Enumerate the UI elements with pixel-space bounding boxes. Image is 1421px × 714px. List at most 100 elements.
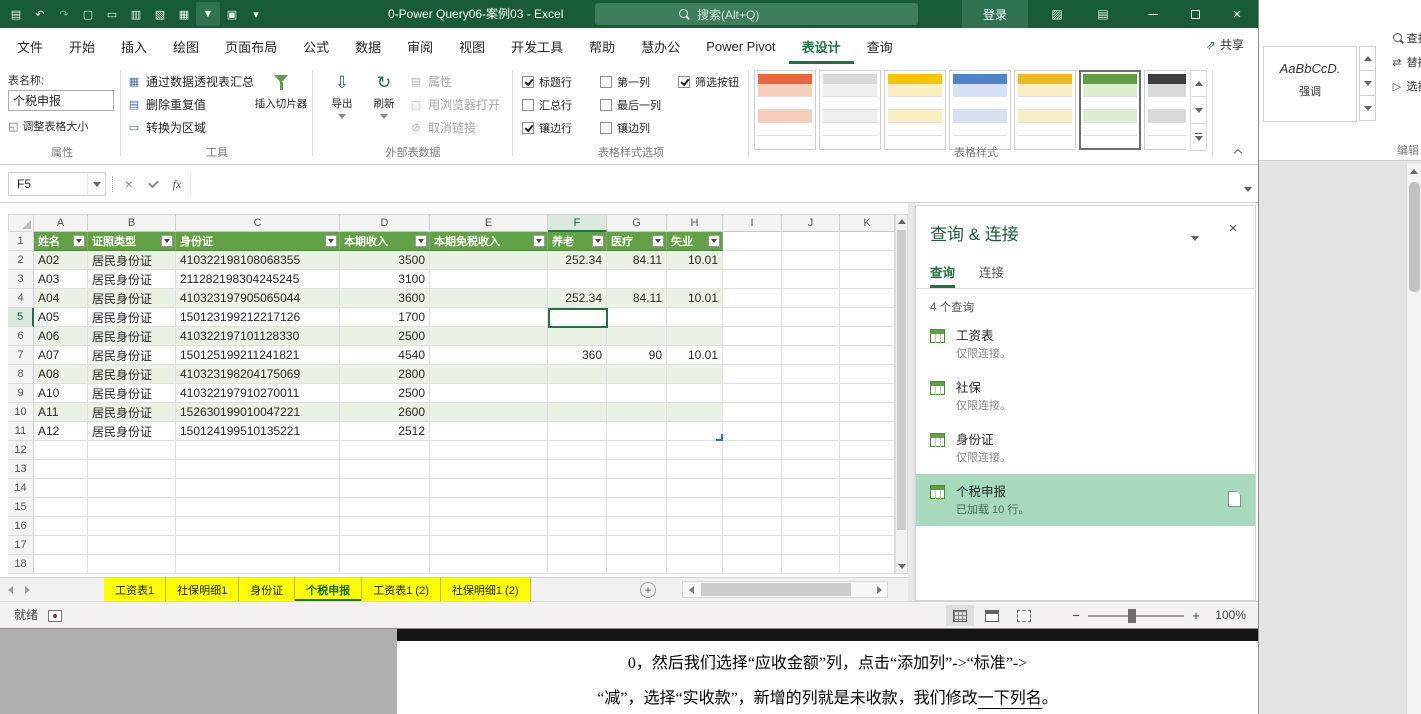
cell-G10[interactable] [607, 403, 667, 422]
cell-I12[interactable] [723, 441, 782, 460]
cell-G6[interactable] [607, 327, 667, 346]
ribbon-tab-11[interactable]: 慧办公 [628, 28, 693, 64]
cell-G4[interactable]: 84.11 [607, 289, 667, 308]
row-header-5[interactable]: 5 [8, 308, 34, 327]
cell-E4[interactable] [430, 289, 548, 308]
cell-F12[interactable] [548, 441, 607, 460]
cell-A2[interactable]: A02 [34, 251, 88, 270]
cell-F11[interactable] [548, 422, 607, 441]
cell-K16[interactable] [840, 517, 895, 536]
cell-I13[interactable] [723, 460, 782, 479]
name-box-dropdown-icon[interactable] [87, 173, 105, 195]
cell-J18[interactable] [782, 555, 840, 574]
row-header-7[interactable]: 7 [8, 346, 34, 365]
checkbox-6[interactable]: 筛选按钮 [678, 70, 739, 93]
row-header-15[interactable]: 15 [8, 498, 34, 517]
cell-J4[interactable] [782, 289, 840, 308]
cell-E18[interactable] [430, 555, 548, 574]
cell-I7[interactable] [723, 346, 782, 365]
cell-G16[interactable] [607, 517, 667, 536]
word-scrollbar[interactable] [1406, 164, 1421, 714]
ribbon-tab-1[interactable]: 开始 [56, 28, 108, 64]
column-header-D[interactable]: D [340, 214, 430, 232]
cell-J9[interactable] [782, 384, 840, 403]
sheet-tab-2[interactable]: 身份证 [239, 578, 296, 601]
filter-button-G[interactable] [652, 235, 664, 247]
cell-A1[interactable]: 姓名 [34, 232, 88, 251]
table-styles-down-button[interactable] [1190, 97, 1207, 124]
cell-E8[interactable] [430, 365, 548, 384]
hscroll-right-button[interactable] [871, 582, 887, 597]
cell-G7[interactable]: 90 [607, 346, 667, 365]
cell-I8[interactable] [723, 365, 782, 384]
table-style-orange[interactable] [754, 70, 816, 150]
insert-function-button[interactable]: fx [166, 173, 188, 195]
column-header-A[interactable]: A [34, 214, 88, 232]
cell-E1[interactable]: 本期免税收入 [430, 232, 548, 251]
cell-D15[interactable] [340, 498, 430, 517]
column-header-J[interactable]: J [782, 214, 840, 232]
cell-F13[interactable] [548, 460, 607, 479]
cell-E6[interactable] [430, 327, 548, 346]
vertical-scrollbar[interactable] [895, 214, 908, 574]
column-header-E[interactable]: E [430, 214, 548, 232]
cell-K17[interactable] [840, 536, 895, 555]
dropdown-icon[interactable]: ▾ [244, 2, 268, 26]
cell-H14[interactable] [667, 479, 723, 498]
cell-F1[interactable]: 养老 [548, 232, 607, 251]
checkbox-2[interactable]: 镶边行 [522, 116, 572, 139]
row-header-18[interactable]: 18 [8, 555, 34, 574]
cell-K4[interactable] [840, 289, 895, 308]
normal-view-button[interactable] [946, 605, 974, 626]
cell-J12[interactable] [782, 441, 840, 460]
cell-C1[interactable]: 身份证 [176, 232, 340, 251]
column-header-K[interactable]: K [840, 214, 895, 232]
cell-F4[interactable]: 252.34 [548, 289, 607, 308]
cell-E7[interactable] [430, 346, 548, 365]
column-header-G[interactable]: G [607, 214, 667, 232]
cell-E16[interactable] [430, 517, 548, 536]
checkbox-4[interactable]: 最后一列 [600, 93, 661, 116]
ribbon-tab-6[interactable]: 数据 [342, 28, 394, 64]
page-break-view-button[interactable] [1010, 605, 1038, 626]
ribbon-tab-5[interactable]: 公式 [290, 28, 342, 64]
cell-E5[interactable] [430, 308, 548, 327]
cell-C7[interactable]: 150125199211241821 [176, 346, 340, 365]
cell-G17[interactable] [607, 536, 667, 555]
cell-K14[interactable] [840, 479, 895, 498]
cell-E11[interactable] [430, 422, 548, 441]
word-editing-item-0[interactable]: 查找 [1391, 26, 1421, 50]
cell-E13[interactable] [430, 460, 548, 479]
cell-F18[interactable] [548, 555, 607, 574]
cell-C12[interactable] [176, 441, 340, 460]
tools-item-1[interactable]: ▤ 删除重复值 [126, 93, 254, 116]
cell-A11[interactable]: A12 [34, 422, 88, 441]
cell-K9[interactable] [840, 384, 895, 403]
query-item-3[interactable]: 个税申报 已加载 10 行。 [916, 474, 1255, 526]
window-icon[interactable]: ▣ [220, 2, 244, 26]
cell-D12[interactable] [340, 441, 430, 460]
cell-D16[interactable] [340, 517, 430, 536]
cell-J14[interactable] [782, 479, 840, 498]
cell-I15[interactable] [723, 498, 782, 517]
cell-D18[interactable] [340, 555, 430, 574]
cell-H16[interactable] [667, 517, 723, 536]
cell-I18[interactable] [723, 555, 782, 574]
refresh-button[interactable]: 刷新 [364, 72, 404, 119]
cell-J8[interactable] [782, 365, 840, 384]
checkbox-3[interactable]: 第一列 [600, 70, 661, 93]
cell-J5[interactable] [782, 308, 840, 327]
filter-button-A[interactable] [73, 235, 85, 247]
cell-B18[interactable] [88, 555, 176, 574]
word-style-gallery-up-button[interactable] [1359, 46, 1376, 71]
cell-A17[interactable] [34, 536, 88, 555]
cell-K5[interactable] [840, 308, 895, 327]
sheet-tab-0[interactable]: 工资表1 [104, 578, 167, 601]
table-style-blue[interactable] [949, 70, 1011, 150]
cell-D9[interactable]: 2500 [340, 384, 430, 403]
cell-B17[interactable] [88, 536, 176, 555]
cell-J7[interactable] [782, 346, 840, 365]
cell-G13[interactable] [607, 460, 667, 479]
cell-D3[interactable]: 3100 [340, 270, 430, 289]
cell-I14[interactable] [723, 479, 782, 498]
